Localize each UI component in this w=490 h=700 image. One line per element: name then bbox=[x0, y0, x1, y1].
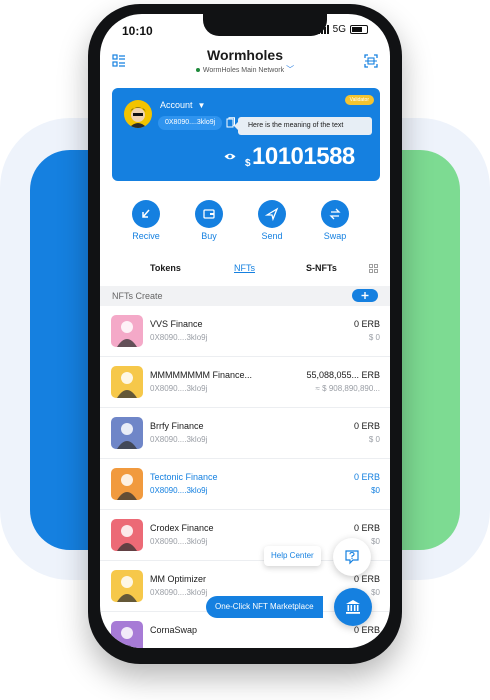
account-label: Account bbox=[160, 100, 193, 110]
nft-thumbnail bbox=[111, 417, 143, 449]
status-time: 10:10 bbox=[122, 24, 153, 38]
nft-name: Tectonic Finance bbox=[150, 472, 218, 482]
nft-name: CornaSwap bbox=[150, 625, 198, 635]
nft-name: Crodex Finance bbox=[150, 523, 214, 533]
nft-thumbnail bbox=[111, 570, 143, 602]
list-item[interactable]: Brrfy Finance 0X8090....3klo9j 0 ERB $ 0 bbox=[100, 408, 390, 459]
nft-address: 0X8090....3klo9j bbox=[150, 588, 208, 597]
nft-amount: 0 ERB bbox=[353, 472, 380, 482]
send-icon bbox=[258, 200, 286, 228]
scan-icon[interactable] bbox=[364, 54, 378, 68]
send-button[interactable]: Send bbox=[247, 200, 297, 241]
nft-usd-value: $0 bbox=[371, 537, 380, 546]
caret-down-icon: ▼ bbox=[197, 101, 206, 110]
phone-notch bbox=[203, 14, 327, 36]
balance-currency: $ bbox=[245, 158, 251, 169]
nfts-section-header: NFTs Create bbox=[100, 286, 390, 306]
list-item[interactable]: MMMMMMMM Finance... 0X8090....3klo9j 55,08… bbox=[100, 357, 390, 408]
nft-amount: 0 ERB bbox=[353, 523, 380, 533]
nft-thumbnail bbox=[111, 519, 143, 551]
page-title: Wormholes bbox=[207, 47, 283, 63]
add-nft-button[interactable] bbox=[352, 289, 378, 302]
network-name: WormHoles Main Network bbox=[202, 67, 285, 74]
app-screen: 10:10 5G Wormholes WormHoles Main Networ… bbox=[100, 14, 390, 648]
nft-thumbnail bbox=[111, 366, 143, 398]
help-center-button[interactable] bbox=[333, 538, 371, 576]
buy-button[interactable]: Buy bbox=[184, 200, 234, 241]
swap-button[interactable]: Swap bbox=[310, 200, 360, 241]
plus-icon bbox=[361, 292, 369, 299]
network-selector[interactable]: WormHoles Main Network ﹀ bbox=[100, 64, 390, 75]
avatar[interactable] bbox=[124, 100, 152, 128]
list-item[interactable]: VVS Finance 0X8090....3klo9j 0 ERB $ 0 bbox=[100, 306, 390, 357]
list-item[interactable]: Tectonic Finance 0X8090....3klo9j 0 ERB $0 bbox=[100, 459, 390, 510]
nft-usd-value: ≈ $ 908,890,890... bbox=[315, 384, 380, 393]
grid-view-icon[interactable] bbox=[369, 264, 378, 273]
nft-name: MM Optimizer bbox=[150, 574, 206, 584]
nft-usd-value: $ 0 bbox=[368, 333, 380, 342]
nft-usd-value: $ 0 bbox=[368, 435, 380, 444]
marketplace-button[interactable] bbox=[334, 588, 372, 626]
wallet-icon bbox=[195, 200, 223, 228]
nft-address: 0X8090....3klo9j bbox=[150, 486, 208, 495]
asset-tabs: Tokens NFTs S-NFTs bbox=[100, 263, 390, 277]
help-center-label[interactable]: Help Center bbox=[264, 546, 321, 566]
nft-amount: 0 ERB bbox=[353, 421, 380, 431]
nft-amount: 0 ERB bbox=[353, 319, 380, 329]
nft-usd-value: $0 bbox=[371, 486, 380, 495]
section-title: NFTs Create bbox=[112, 291, 163, 301]
nft-amount: 55,088,055... ERB bbox=[306, 370, 380, 380]
nft-address: 0X8090....3klo9j bbox=[150, 435, 208, 444]
info-tooltip: Here is the meaning of the text bbox=[234, 117, 372, 135]
nft-amount: 0 ERB bbox=[353, 574, 380, 584]
nft-name: Brrfy Finance bbox=[150, 421, 204, 431]
chevron-down-icon: ﹀ bbox=[286, 65, 295, 74]
nft-thumbnail bbox=[111, 621, 143, 648]
nft-address: 0X8090....3klo9j bbox=[150, 333, 208, 342]
eye-icon[interactable] bbox=[224, 152, 236, 161]
tab-nfts[interactable]: NFTs bbox=[234, 263, 255, 273]
help-icon bbox=[345, 550, 359, 565]
network-status-dot bbox=[195, 68, 200, 73]
nft-usd-value: $0 bbox=[371, 588, 380, 597]
nft-name: VVS Finance bbox=[150, 319, 203, 329]
nft-address: 0X8090....3klo9j bbox=[150, 537, 208, 546]
nft-name: MMMMMMMM Finance... bbox=[150, 370, 252, 380]
account-address[interactable]: 0X8090....3klo9j bbox=[158, 116, 223, 130]
buy-label: Buy bbox=[201, 231, 217, 241]
bank-icon bbox=[346, 600, 360, 614]
account-selector[interactable]: Account ▼ bbox=[160, 100, 205, 110]
send-label: Send bbox=[261, 231, 283, 241]
nft-thumbnail bbox=[111, 315, 143, 347]
nft-amount: 0 ERB bbox=[353, 625, 380, 635]
receive-button[interactable]: Recive bbox=[121, 200, 171, 241]
account-card: Account ▼ 0X8090....3klo9j Here is the me… bbox=[112, 88, 380, 181]
status-badge: Validator bbox=[344, 95, 374, 105]
receive-icon bbox=[132, 200, 160, 228]
balance-amount: 10101588 bbox=[252, 143, 355, 170]
marketplace-label[interactable]: One-Click NFT Marketplace bbox=[206, 596, 323, 618]
tab-s-nfts[interactable]: S-NFTs bbox=[306, 263, 337, 273]
nft-thumbnail bbox=[111, 468, 143, 500]
network-type: 5G bbox=[332, 24, 346, 35]
nft-address: 0X8090....3klo9j bbox=[150, 384, 208, 393]
swap-label: Swap bbox=[323, 231, 347, 241]
battery-icon bbox=[350, 25, 368, 34]
receive-label: Recive bbox=[132, 231, 160, 241]
swap-icon bbox=[321, 200, 349, 228]
tab-tokens[interactable]: Tokens bbox=[150, 263, 181, 273]
